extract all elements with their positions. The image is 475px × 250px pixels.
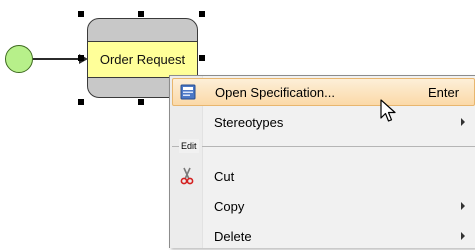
- submenu-arrow-icon: [461, 232, 465, 240]
- menu-section-edit: Edit: [170, 139, 475, 153]
- menu-item-open-specification[interactable]: Open Specification... Enter: [172, 78, 475, 106]
- submenu-arrow-icon: [461, 202, 465, 210]
- specification-icon: [179, 83, 197, 101]
- diagram-canvas[interactable]: Order Request Open Specification... Ente…: [0, 0, 475, 248]
- menu-item-shortcut: Enter: [428, 84, 460, 100]
- scissors-icon: [178, 167, 196, 185]
- action-label: Order Request: [99, 52, 186, 67]
- menu-item-label: Copy: [214, 198, 245, 214]
- menu-separator: [202, 146, 475, 147]
- mouse-pointer-icon: [380, 99, 396, 122]
- resize-handle-top-center[interactable]: [138, 11, 144, 17]
- submenu-arrow-icon: [461, 118, 465, 126]
- menu-item-delete[interactable]: Delete: [172, 222, 475, 250]
- resize-handle-top-left[interactable]: [78, 11, 84, 17]
- menu-item-cut[interactable]: Cut: [172, 162, 475, 190]
- menu-item-label: Stereotypes: [214, 114, 284, 130]
- resize-handle-top-right[interactable]: [199, 11, 205, 17]
- action-label-band: Order Request: [88, 41, 197, 78]
- menu-item-label: Open Specification...: [215, 84, 335, 100]
- resize-handle-middle-left[interactable]: [78, 55, 84, 61]
- resize-handle-bottom-center[interactable]: [138, 99, 144, 105]
- menu-item-copy[interactable]: Copy: [172, 192, 475, 220]
- menu-item-label: Cut: [214, 168, 235, 184]
- initial-node[interactable]: [5, 45, 33, 73]
- menu-item-label: Delete: [214, 228, 252, 244]
- context-menu: Open Specification... Enter Stereotypes …: [169, 75, 475, 248]
- menu-item-stereotypes[interactable]: Stereotypes: [172, 108, 475, 136]
- menu-section-label: Edit: [179, 139, 199, 153]
- resize-handle-middle-right[interactable]: [199, 55, 205, 61]
- resize-handle-bottom-left[interactable]: [78, 99, 84, 105]
- control-flow-line[interactable]: [33, 58, 81, 60]
